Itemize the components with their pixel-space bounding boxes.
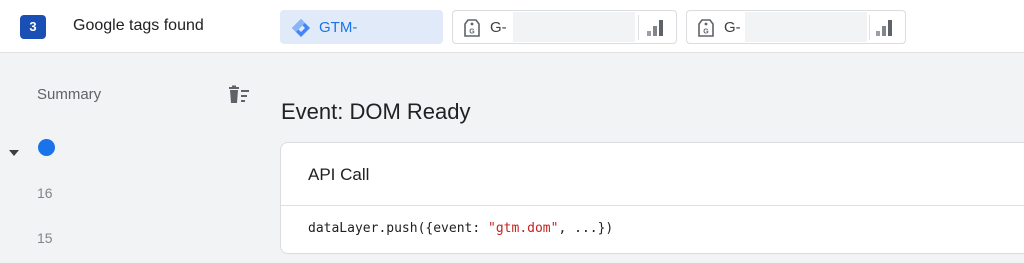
svg-text:G: G (469, 29, 475, 36)
redacted-id (745, 12, 867, 42)
chip-divider (869, 15, 870, 40)
event-active-dot[interactable] (38, 139, 55, 156)
caret-down-icon[interactable] (8, 144, 20, 162)
code-line: dataLayer.push({event: "gtm.dom", ...}) (308, 221, 613, 236)
tag-chip-id: GTM- (319, 19, 358, 36)
tag-chip-id: G- (724, 19, 741, 36)
code-suffix: , ...}) (558, 221, 614, 236)
signal-bars-icon (646, 19, 664, 41)
sidebar-summary[interactable]: Summary (37, 86, 101, 103)
chip-divider (638, 15, 639, 40)
tag-chip-gtm[interactable]: GTM- (280, 10, 443, 44)
tag-chip-ga[interactable]: G G- (686, 10, 906, 44)
event-title: Event: DOM Ready (281, 99, 471, 124)
card-divider (281, 205, 1024, 206)
svg-text:G: G (703, 29, 709, 36)
event-item[interactable]: 16 (37, 185, 53, 201)
code-string: "gtm.dom" (488, 221, 559, 236)
delete-sweep-icon[interactable] (227, 85, 251, 110)
tag-chip-ga[interactable]: G G- (452, 10, 677, 44)
api-call-card: API Call dataLayer.push({event: "gtm.dom… (280, 142, 1024, 254)
top-bar: 3 Google tags found GTM- G G- G G- (0, 0, 1024, 53)
google-tag-icon: G (697, 18, 715, 42)
tag-chip-id: G- (490, 19, 507, 36)
code-prefix: dataLayer.push({event: (308, 221, 489, 236)
card-title: API Call (308, 165, 370, 184)
google-tag-icon: G (463, 18, 481, 42)
tag-count-badge: 3 (20, 15, 46, 39)
gtm-diamond-icon (291, 18, 311, 42)
redacted-id (357, 12, 437, 42)
signal-bars-icon (875, 19, 893, 41)
redacted-id (513, 12, 635, 42)
tags-found-label: Google tags found (73, 17, 204, 34)
event-item[interactable]: 15 (37, 230, 53, 246)
